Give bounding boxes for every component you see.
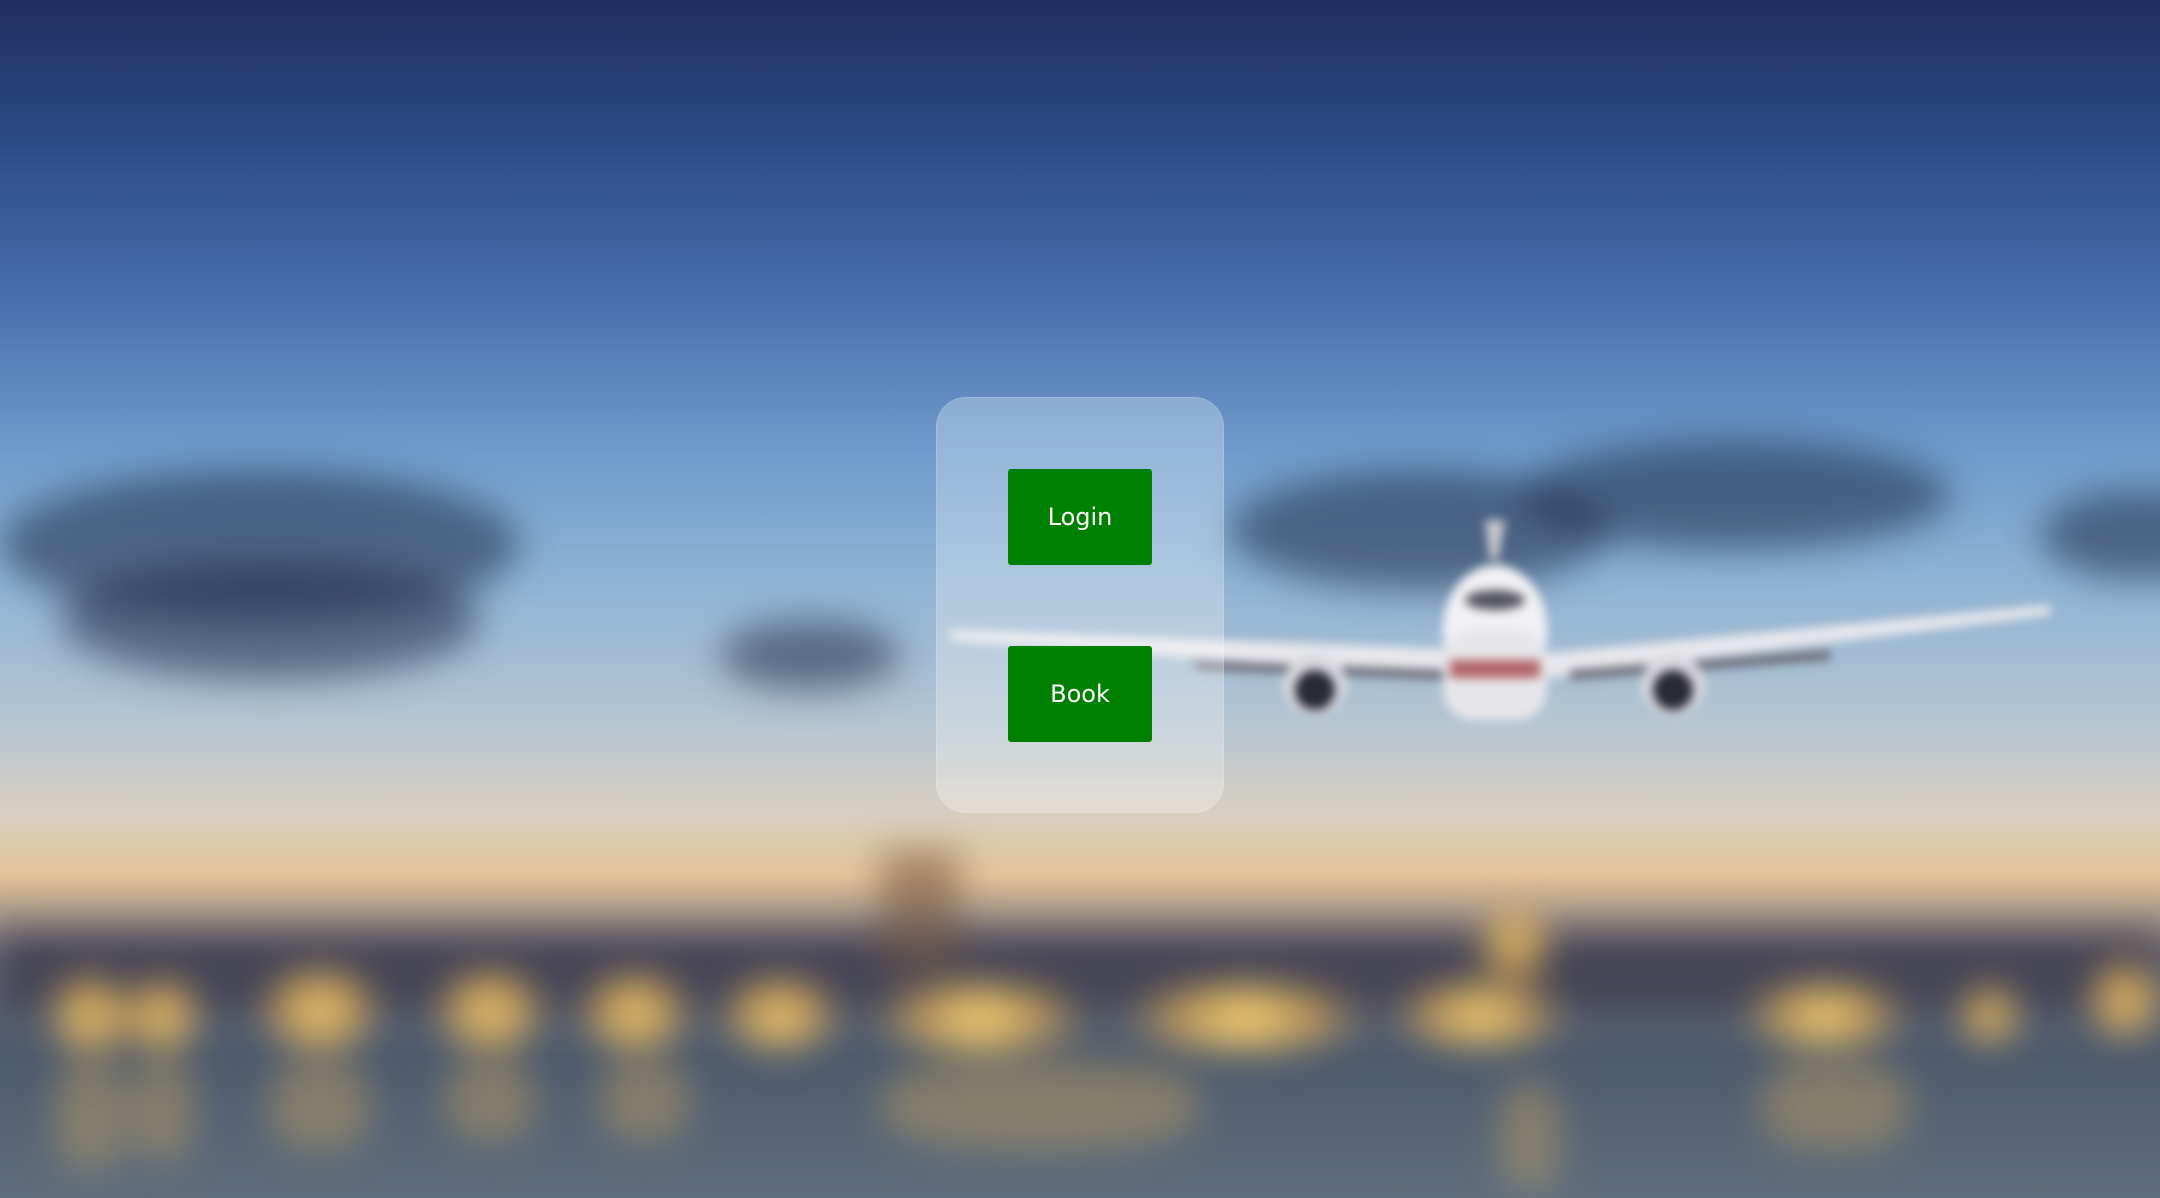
tower-shape <box>880 850 960 970</box>
cloud-shape <box>60 560 480 680</box>
bokeh-light <box>1480 910 1550 980</box>
page-root: Login Book <box>0 0 2160 1198</box>
bokeh-light <box>720 980 840 1050</box>
cloud-shape <box>720 620 900 690</box>
bokeh-light <box>435 972 545 1050</box>
menu-panel: Login Book <box>936 397 1224 813</box>
water-reflection <box>600 1060 690 1140</box>
bokeh-light <box>260 970 380 1050</box>
water-reflection <box>1500 1080 1560 1190</box>
bokeh-light <box>2090 960 2160 1040</box>
bokeh-light <box>870 985 1090 1050</box>
water-reflection <box>270 1060 370 1150</box>
water-reflection <box>445 1060 535 1140</box>
book-button[interactable]: Book <box>1008 646 1152 742</box>
water-reflection <box>130 1060 195 1160</box>
login-button[interactable]: Login <box>1008 469 1152 565</box>
bokeh-light <box>50 975 130 1055</box>
bokeh-light <box>1120 985 1370 1050</box>
water-reflection <box>55 1060 125 1170</box>
water-reflection <box>880 1060 1200 1150</box>
bokeh-light <box>1960 985 2020 1045</box>
bokeh-light <box>125 978 200 1053</box>
water-reflection <box>1760 1060 1910 1150</box>
bokeh-light <box>1390 985 1570 1045</box>
bokeh-light <box>1740 985 1910 1045</box>
bokeh-light <box>580 975 690 1050</box>
